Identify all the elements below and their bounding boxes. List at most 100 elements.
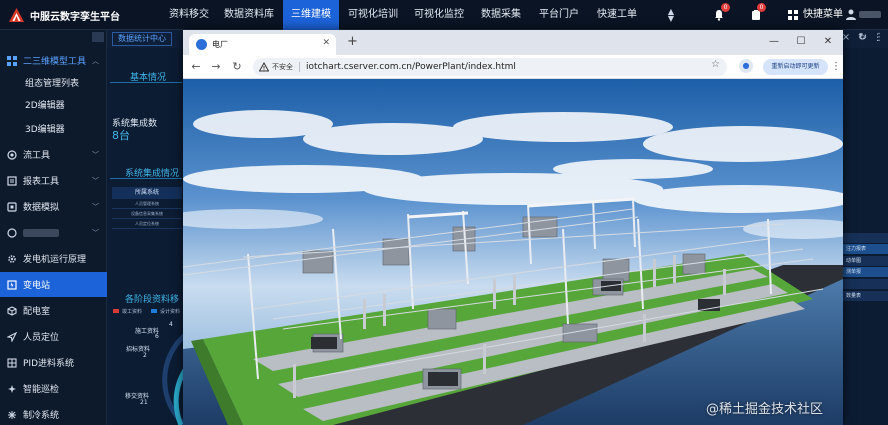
chevron-down-icon: ﹀ xyxy=(92,176,99,185)
sidebar-item-pid-feed[interactable]: PID进料系统 xyxy=(0,350,107,375)
chevron-down-icon: ﹀ xyxy=(92,150,99,159)
user-avatar-icon xyxy=(846,9,856,20)
substation-3d-scene[interactable] xyxy=(183,79,843,425)
section-stages-title: 各阶段资料移 xyxy=(125,295,180,305)
grid-icon xyxy=(788,10,798,20)
integration-table: 所属系统 人员管理系统 设备信息采集系统 人员定位系统 xyxy=(112,187,182,229)
right-tab[interactable] xyxy=(843,233,888,243)
simulation-icon xyxy=(6,201,17,212)
redacted-label xyxy=(23,228,59,237)
close-window-icon[interactable]: ✕ xyxy=(822,36,834,48)
bell-badge: 0 xyxy=(721,3,730,12)
right-tab[interactable]: 动单图 xyxy=(843,256,888,266)
nav-item-3d-modeling[interactable]: 三维建模 xyxy=(283,0,339,30)
sidebar-item-label: 配电室 xyxy=(23,307,51,317)
sidebar-item-smart-inspection[interactable]: 智能巡检 xyxy=(0,376,107,401)
circle-icon xyxy=(6,227,17,238)
table-row: 人员管理系统 xyxy=(112,199,182,209)
sidebar-item-distribution-room[interactable]: 配电室 xyxy=(0,298,107,323)
app-title: 中服云数字孪生平台 xyxy=(30,11,120,23)
sidebar-item-personnel-location[interactable]: 人员定位 xyxy=(0,324,107,349)
sidebar-item-3d-editor[interactable]: 3D编辑器 xyxy=(0,116,107,141)
profile-icon[interactable]: ● xyxy=(739,59,753,73)
bookmark-star-icon[interactable]: ☆ xyxy=(711,60,721,70)
watermark: @稀土掘金技术社区 xyxy=(706,402,824,417)
ring-number: 4 xyxy=(169,321,173,328)
nav-item-data-library[interactable]: 数据资料库 xyxy=(218,0,280,30)
sidebar-item-report-tools[interactable]: 报表工具 ﹀ xyxy=(0,168,107,193)
substation-3d-viewport[interactable] xyxy=(183,79,843,425)
sidebar-item-flow-tools[interactable]: 流工具 ﹀ xyxy=(0,142,107,167)
table-row: 人员定位系统 xyxy=(112,219,182,229)
sidebar-item-substation[interactable]: 变电站 xyxy=(0,272,107,297)
legend-label: 竣工资料 xyxy=(122,309,143,315)
inspection-icon xyxy=(6,383,17,394)
substation-icon xyxy=(6,279,17,290)
back-arrow-icon[interactable]: ← xyxy=(189,60,203,74)
sidebar-item-label: 流工具 xyxy=(23,151,51,161)
browser-tab-title: 电厂 xyxy=(212,40,228,49)
reload-icon[interactable]: ↻ xyxy=(230,60,244,74)
nav-scroll-chevron-icon[interactable]: ▲ ▼ xyxy=(665,8,677,23)
close-tab-icon[interactable]: ✕ xyxy=(322,38,330,48)
sidebar-collapse-icon[interactable] xyxy=(92,32,104,42)
sidebar-item-data-simulation[interactable]: 数据模拟 ﹀ xyxy=(0,194,107,219)
location-arrow-icon xyxy=(6,331,17,342)
quick-menu-label: 快捷菜单 xyxy=(803,9,843,20)
browser-menu-icon[interactable]: ⋮ xyxy=(831,60,841,74)
minimize-icon[interactable]: — xyxy=(768,36,780,48)
sidebar-item-label: 制冷系统 xyxy=(23,411,60,421)
legend-swatch xyxy=(113,309,119,313)
new-tab-icon[interactable]: + xyxy=(347,35,358,49)
cube-icon xyxy=(6,305,17,316)
sidebar-item-label: PID进料系统 xyxy=(23,359,75,369)
ring-chart xyxy=(162,333,187,425)
tab-data-center[interactable]: 数据统计中心 xyxy=(112,32,172,46)
browser-tab[interactable]: 电厂 ✕ xyxy=(189,34,336,55)
sidebar-item-redacted[interactable]: ﹀ xyxy=(0,220,107,245)
right-tab[interactable]: 数量表 xyxy=(843,291,888,301)
nav-item-quick-order[interactable]: 快速工单 xyxy=(590,0,644,30)
ring-number: 6 xyxy=(155,333,159,340)
legend-swatch xyxy=(151,309,157,313)
sidebar-item-label: 智能巡检 xyxy=(23,385,60,395)
forward-arrow-icon[interactable]: → xyxy=(209,60,223,74)
table-row: 设备信息采集系统 xyxy=(112,209,182,219)
right-tab[interactable]: 测单报 xyxy=(843,267,888,277)
sidebar-item-generator[interactable]: 发电机运行原理 xyxy=(0,246,107,271)
chevron-up-icon: ︿ xyxy=(92,56,99,65)
address-bar[interactable]: 不安全 iotchart.cserver.com.cn/PowerPlant/i… xyxy=(253,58,727,76)
restart-update-button[interactable]: 重新启动即可更新 xyxy=(763,59,828,75)
sidebar-item-label: 3D编辑器 xyxy=(25,125,65,135)
ring-number: 21 xyxy=(140,399,148,406)
chevron-down-icon: ﹀ xyxy=(92,202,99,211)
outer-menu-icon[interactable]: ⋮ xyxy=(873,33,882,43)
outer-refresh-icon[interactable]: ↻ xyxy=(858,33,866,43)
warning-icon xyxy=(259,62,269,72)
sidebar-item-2d-editor[interactable]: 2D编辑器 xyxy=(0,92,107,117)
sidebar-item-label: 二三维模型工具 xyxy=(23,57,87,67)
top-navbar: 中服云数字孪生平台 资料移交 数据资料库 三维建模 可视化培训 可视化监控 数据… xyxy=(0,0,888,30)
right-tab[interactable]: 注力报表 xyxy=(843,244,888,254)
maximize-icon[interactable]: ☐ xyxy=(795,36,807,48)
nav-item-portal[interactable]: 平台门户 xyxy=(532,0,586,30)
model-tools-icon xyxy=(6,55,17,66)
right-tab[interactable] xyxy=(843,279,888,289)
nav-item-visual-training[interactable]: 可视化培训 xyxy=(342,0,404,30)
nav-item-data-transfer[interactable]: 资料移交 xyxy=(160,0,218,30)
nav-item-data-collection[interactable]: 数据采集 xyxy=(474,0,528,30)
brand[interactable]: 中服云数字孪生平台 xyxy=(8,6,120,24)
brand-logo-icon xyxy=(9,7,24,22)
sidebar-item-cooling-system[interactable]: 制冷系统 xyxy=(0,402,107,425)
report-icon xyxy=(6,175,17,186)
ring-number: 2 xyxy=(143,352,147,359)
url-text: iotchart.cserver.com.cn/PowerPlant/index… xyxy=(306,62,516,72)
divider xyxy=(110,82,182,83)
quick-menu-button[interactable]: 快捷菜单 xyxy=(788,0,843,30)
user-menu[interactable] xyxy=(846,9,881,20)
kpi-value: 8台 xyxy=(112,129,130,142)
sidebar-item-label: 组态管理列表 xyxy=(25,79,80,89)
message-badge: 0 xyxy=(757,3,766,12)
nav-item-visual-monitoring[interactable]: 可视化监控 xyxy=(408,0,470,30)
legend-label: 设计资料 xyxy=(160,309,181,315)
